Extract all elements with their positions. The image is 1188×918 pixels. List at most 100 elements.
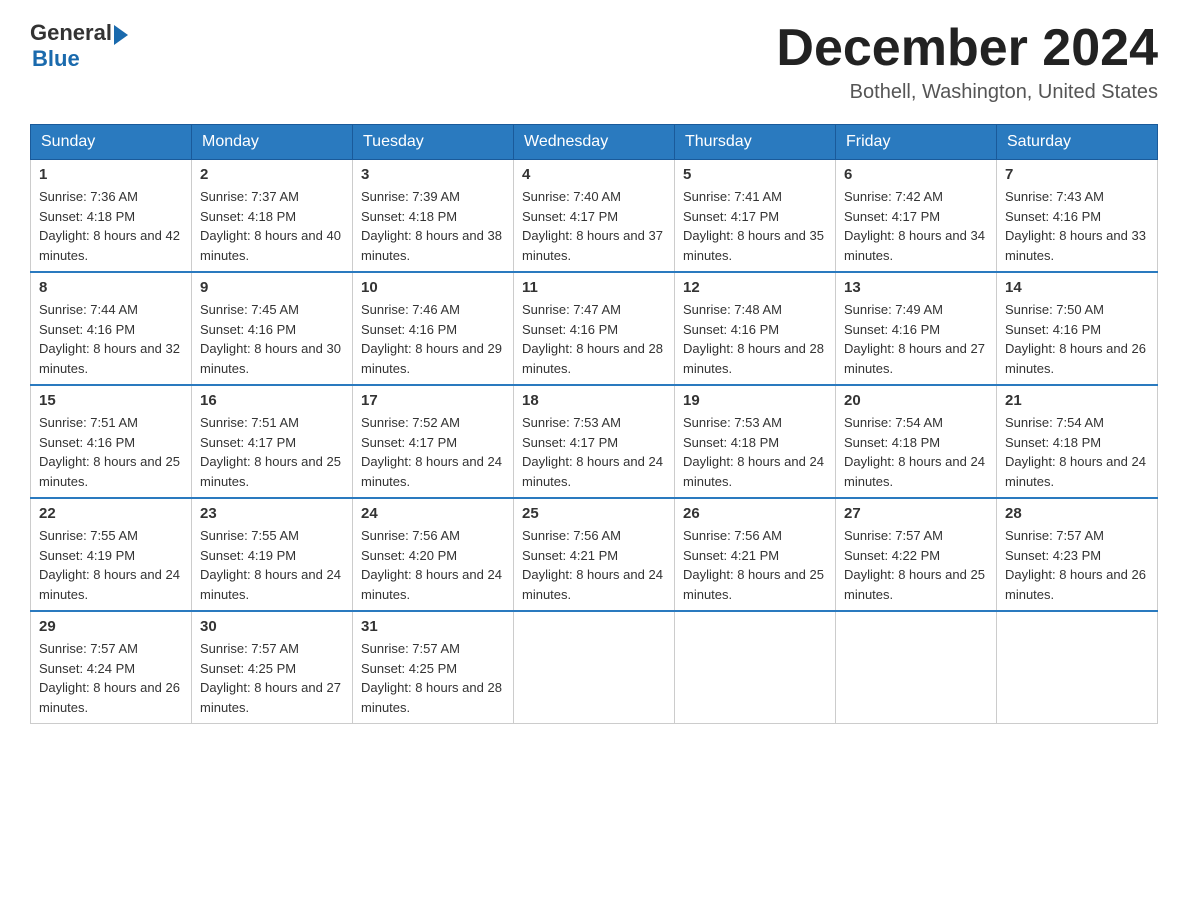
day-info: Sunrise: 7:42 AMSunset: 4:17 PMDaylight:…: [844, 187, 988, 265]
day-number: 2: [200, 166, 344, 183]
day-info: Sunrise: 7:46 AMSunset: 4:16 PMDaylight:…: [361, 300, 505, 378]
calendar-cell: 20 Sunrise: 7:54 AMSunset: 4:18 PMDayligh…: [836, 385, 997, 498]
calendar-cell: 24 Sunrise: 7:56 AMSunset: 4:20 PMDayligh…: [353, 498, 514, 611]
day-info: Sunrise: 7:41 AMSunset: 4:17 PMDaylight:…: [683, 187, 827, 265]
calendar-cell: 29 Sunrise: 7:57 AMSunset: 4:24 PMDayligh…: [31, 611, 192, 724]
header-thursday: Thursday: [675, 125, 836, 160]
day-number: 31: [361, 618, 505, 635]
day-info: Sunrise: 7:56 AMSunset: 4:20 PMDaylight:…: [361, 526, 505, 604]
calendar-cell: 22 Sunrise: 7:55 AMSunset: 4:19 PMDayligh…: [31, 498, 192, 611]
day-number: 13: [844, 279, 988, 296]
title-block: December 2024 Bothell, Washington, Unite…: [776, 20, 1158, 104]
day-info: Sunrise: 7:49 AMSunset: 4:16 PMDaylight:…: [844, 300, 988, 378]
day-number: 17: [361, 392, 505, 409]
calendar-cell: 19 Sunrise: 7:53 AMSunset: 4:18 PMDayligh…: [675, 385, 836, 498]
day-info: Sunrise: 7:56 AMSunset: 4:21 PMDaylight:…: [683, 526, 827, 604]
logo: General Blue: [30, 20, 128, 72]
day-info: Sunrise: 7:40 AMSunset: 4:17 PMDaylight:…: [522, 187, 666, 265]
day-info: Sunrise: 7:54 AMSunset: 4:18 PMDaylight:…: [844, 413, 988, 491]
day-info: Sunrise: 7:51 AMSunset: 4:16 PMDaylight:…: [39, 413, 183, 491]
day-number: 9: [200, 279, 344, 296]
day-number: 23: [200, 505, 344, 522]
day-info: Sunrise: 7:57 AMSunset: 4:25 PMDaylight:…: [200, 639, 344, 717]
day-info: Sunrise: 7:50 AMSunset: 4:16 PMDaylight:…: [1005, 300, 1149, 378]
calendar-cell: [675, 611, 836, 724]
day-number: 5: [683, 166, 827, 183]
day-info: Sunrise: 7:53 AMSunset: 4:18 PMDaylight:…: [683, 413, 827, 491]
month-year-title: December 2024: [776, 20, 1158, 77]
calendar-cell: 3Sunrise: 7:39 AMSunset: 4:18 PMDaylight…: [353, 160, 514, 273]
day-number: 18: [522, 392, 666, 409]
calendar-cell: 21 Sunrise: 7:54 AMSunset: 4:18 PMDayligh…: [997, 385, 1158, 498]
calendar-cell: [514, 611, 675, 724]
day-number: 25: [522, 505, 666, 522]
calendar-cell: 12 Sunrise: 7:48 AMSunset: 4:16 PMDayligh…: [675, 272, 836, 385]
calendar-cell: [836, 611, 997, 724]
calendar-cell: 2 Sunrise: 7:37 AMSunset: 4:18 PMDaylight…: [192, 160, 353, 273]
header-tuesday: Tuesday: [353, 125, 514, 160]
logo-general-text: General: [30, 20, 112, 46]
calendar-cell: [997, 611, 1158, 724]
calendar-cell: 6 Sunrise: 7:42 AMSunset: 4:17 PMDaylight…: [836, 160, 997, 273]
day-info: Sunrise: 7:55 AMSunset: 4:19 PMDaylight:…: [200, 526, 344, 604]
day-info: Sunrise: 7:57 AMSunset: 4:22 PMDaylight:…: [844, 526, 988, 604]
header-wednesday: Wednesday: [514, 125, 675, 160]
day-number: 29: [39, 618, 183, 635]
day-info: Sunrise: 7:47 AMSunset: 4:16 PMDaylight:…: [522, 300, 666, 378]
day-number: 26: [683, 505, 827, 522]
day-number: 11: [522, 279, 666, 296]
calendar-week-row: 1 Sunrise: 7:36 AMSunset: 4:18 PMDaylight…: [31, 160, 1158, 273]
page-header: General Blue December 2024 Bothell, Wash…: [30, 20, 1158, 104]
header-saturday: Saturday: [997, 125, 1158, 160]
calendar-cell: 26 Sunrise: 7:56 AMSunset: 4:21 PMDayligh…: [675, 498, 836, 611]
logo-block: General Blue: [30, 20, 128, 72]
day-number: 6: [844, 166, 988, 183]
location-subtitle: Bothell, Washington, United States: [776, 81, 1158, 104]
day-number: 20: [844, 392, 988, 409]
day-number: 21: [1005, 392, 1149, 409]
day-number: 16: [200, 392, 344, 409]
day-number: 14: [1005, 279, 1149, 296]
calendar-cell: 1 Sunrise: 7:36 AMSunset: 4:18 PMDaylight…: [31, 160, 192, 273]
day-number: 10: [361, 279, 505, 296]
calendar-week-row: 8Sunrise: 7:44 AMSunset: 4:16 PMDaylight…: [31, 272, 1158, 385]
day-number: 27: [844, 505, 988, 522]
day-number: 19: [683, 392, 827, 409]
day-number: 22: [39, 505, 183, 522]
day-number: 4: [522, 166, 666, 183]
day-number: 3: [361, 166, 505, 183]
day-number: 1: [39, 166, 183, 183]
day-info: Sunrise: 7:55 AMSunset: 4:19 PMDaylight:…: [39, 526, 183, 604]
day-info: Sunrise: 7:57 AMSunset: 4:23 PMDaylight:…: [1005, 526, 1149, 604]
day-info: Sunrise: 7:54 AMSunset: 4:18 PMDaylight:…: [1005, 413, 1149, 491]
header-friday: Friday: [836, 125, 997, 160]
calendar-cell: 16Sunrise: 7:51 AMSunset: 4:17 PMDayligh…: [192, 385, 353, 498]
day-info: Sunrise: 7:37 AMSunset: 4:18 PMDaylight:…: [200, 187, 344, 265]
day-info: Sunrise: 7:53 AMSunset: 4:17 PMDaylight:…: [522, 413, 666, 491]
calendar-cell: 25Sunrise: 7:56 AMSunset: 4:21 PMDayligh…: [514, 498, 675, 611]
day-info: Sunrise: 7:36 AMSunset: 4:18 PMDaylight:…: [39, 187, 183, 265]
day-info: Sunrise: 7:45 AMSunset: 4:16 PMDaylight:…: [200, 300, 344, 378]
calendar-cell: 8Sunrise: 7:44 AMSunset: 4:16 PMDaylight…: [31, 272, 192, 385]
logo-blue-text: Blue: [32, 46, 128, 72]
calendar-cell: 30Sunrise: 7:57 AMSunset: 4:25 PMDayligh…: [192, 611, 353, 724]
day-info: Sunrise: 7:43 AMSunset: 4:16 PMDaylight:…: [1005, 187, 1149, 265]
day-number: 28: [1005, 505, 1149, 522]
day-info: Sunrise: 7:48 AMSunset: 4:16 PMDaylight:…: [683, 300, 827, 378]
day-info: Sunrise: 7:52 AMSunset: 4:17 PMDaylight:…: [361, 413, 505, 491]
calendar-cell: 9 Sunrise: 7:45 AMSunset: 4:16 PMDaylight…: [192, 272, 353, 385]
logo-arrow-icon: [114, 25, 128, 45]
day-info: Sunrise: 7:57 AMSunset: 4:24 PMDaylight:…: [39, 639, 183, 717]
calendar-cell: 10 Sunrise: 7:46 AMSunset: 4:16 PMDayligh…: [353, 272, 514, 385]
calendar-cell: 4 Sunrise: 7:40 AMSunset: 4:17 PMDaylight…: [514, 160, 675, 273]
calendar-header-row: SundayMondayTuesdayWednesdayThursdayFrid…: [31, 125, 1158, 160]
day-number: 12: [683, 279, 827, 296]
day-info: Sunrise: 7:57 AMSunset: 4:25 PMDaylight:…: [361, 639, 505, 717]
day-number: 15: [39, 392, 183, 409]
calendar-cell: 13 Sunrise: 7:49 AMSunset: 4:16 PMDayligh…: [836, 272, 997, 385]
calendar-cell: 11 Sunrise: 7:47 AMSunset: 4:16 PMDayligh…: [514, 272, 675, 385]
day-number: 24: [361, 505, 505, 522]
calendar-cell: 17 Sunrise: 7:52 AMSunset: 4:17 PMDayligh…: [353, 385, 514, 498]
calendar-cell: 7Sunrise: 7:43 AMSunset: 4:16 PMDaylight…: [997, 160, 1158, 273]
header-monday: Monday: [192, 125, 353, 160]
